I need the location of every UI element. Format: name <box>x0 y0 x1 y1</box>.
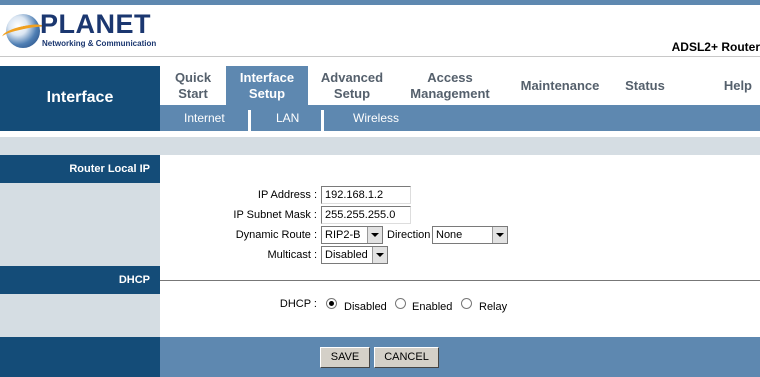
dhcp-disabled-radio[interactable] <box>326 298 337 309</box>
product-name: ADSL2+ Router <box>671 40 760 54</box>
subnet-mask-input[interactable]: 255.255.255.0 <box>321 206 411 224</box>
content-top-strip <box>0 137 760 155</box>
top-accent-bar <box>0 0 760 5</box>
multicast-select[interactable]: Disabled <box>321 246 388 264</box>
dynamic-route-select[interactable]: RIP2-B <box>321 226 383 244</box>
planet-logo: PLANET Networking & Communication <box>1 8 162 54</box>
subnet-mask-label: IP Subnet Mask : <box>233 209 317 221</box>
tab-help[interactable]: Help <box>674 66 760 105</box>
tab-status[interactable]: Status <box>616 66 674 105</box>
direction-value: None <box>436 229 463 241</box>
tab-advanced-setup[interactable]: Advanced Setup <box>308 66 396 105</box>
subtab-lan[interactable]: LAN <box>276 105 299 131</box>
ip-address-label: IP Address : <box>257 189 317 201</box>
ip-address-input[interactable]: 192.168.1.2 <box>321 186 411 204</box>
cancel-button[interactable]: CANCEL <box>374 347 439 368</box>
subtab-wireless[interactable]: Wireless <box>353 105 399 131</box>
multicast-value: Disabled <box>325 249 368 261</box>
dynamic-route-value: RIP2-B <box>325 229 361 241</box>
header-divider <box>0 56 760 57</box>
save-button[interactable]: SAVE <box>320 347 370 368</box>
dhcp-relay-radio[interactable] <box>461 298 472 309</box>
direction-select[interactable]: None <box>432 226 508 244</box>
dynamic-route-label: Dynamic Route : <box>235 229 317 241</box>
dhcp-disabled-label: Disabled <box>344 301 387 313</box>
section-divider <box>160 280 760 281</box>
brand-name: PLANET <box>40 9 151 39</box>
tab-maintenance[interactable]: Maintenance <box>504 66 616 105</box>
tab-access-management[interactable]: Access Management <box>396 66 504 105</box>
dhcp-enabled-label: Enabled <box>412 301 453 313</box>
tab-quick-start[interactable]: Quick Start <box>160 66 226 105</box>
chevron-down-icon <box>492 227 507 243</box>
brand-tagline: Networking & Communication <box>42 39 157 48</box>
direction-label: Direction <box>387 229 431 241</box>
dhcp-label: DHCP : <box>279 298 317 310</box>
section-dhcp: DHCP <box>0 266 160 294</box>
footer-bar <box>160 337 760 377</box>
subtab-separator <box>248 110 251 131</box>
section-title: Interface <box>46 89 114 106</box>
footer-left <box>0 337 160 377</box>
dhcp-relay-label: Relay <box>479 301 508 313</box>
chevron-down-icon <box>372 247 387 263</box>
subtab-internet[interactable]: Internet <box>184 105 225 131</box>
subtab-separator <box>321 110 324 131</box>
chevron-down-icon <box>367 227 382 243</box>
section-router-local-ip: Router Local IP <box>0 155 160 183</box>
dhcp-enabled-radio[interactable] <box>395 298 406 309</box>
tab-interface-setup[interactable]: Interface Setup <box>226 66 308 105</box>
multicast-label: Multicast : <box>267 249 317 261</box>
